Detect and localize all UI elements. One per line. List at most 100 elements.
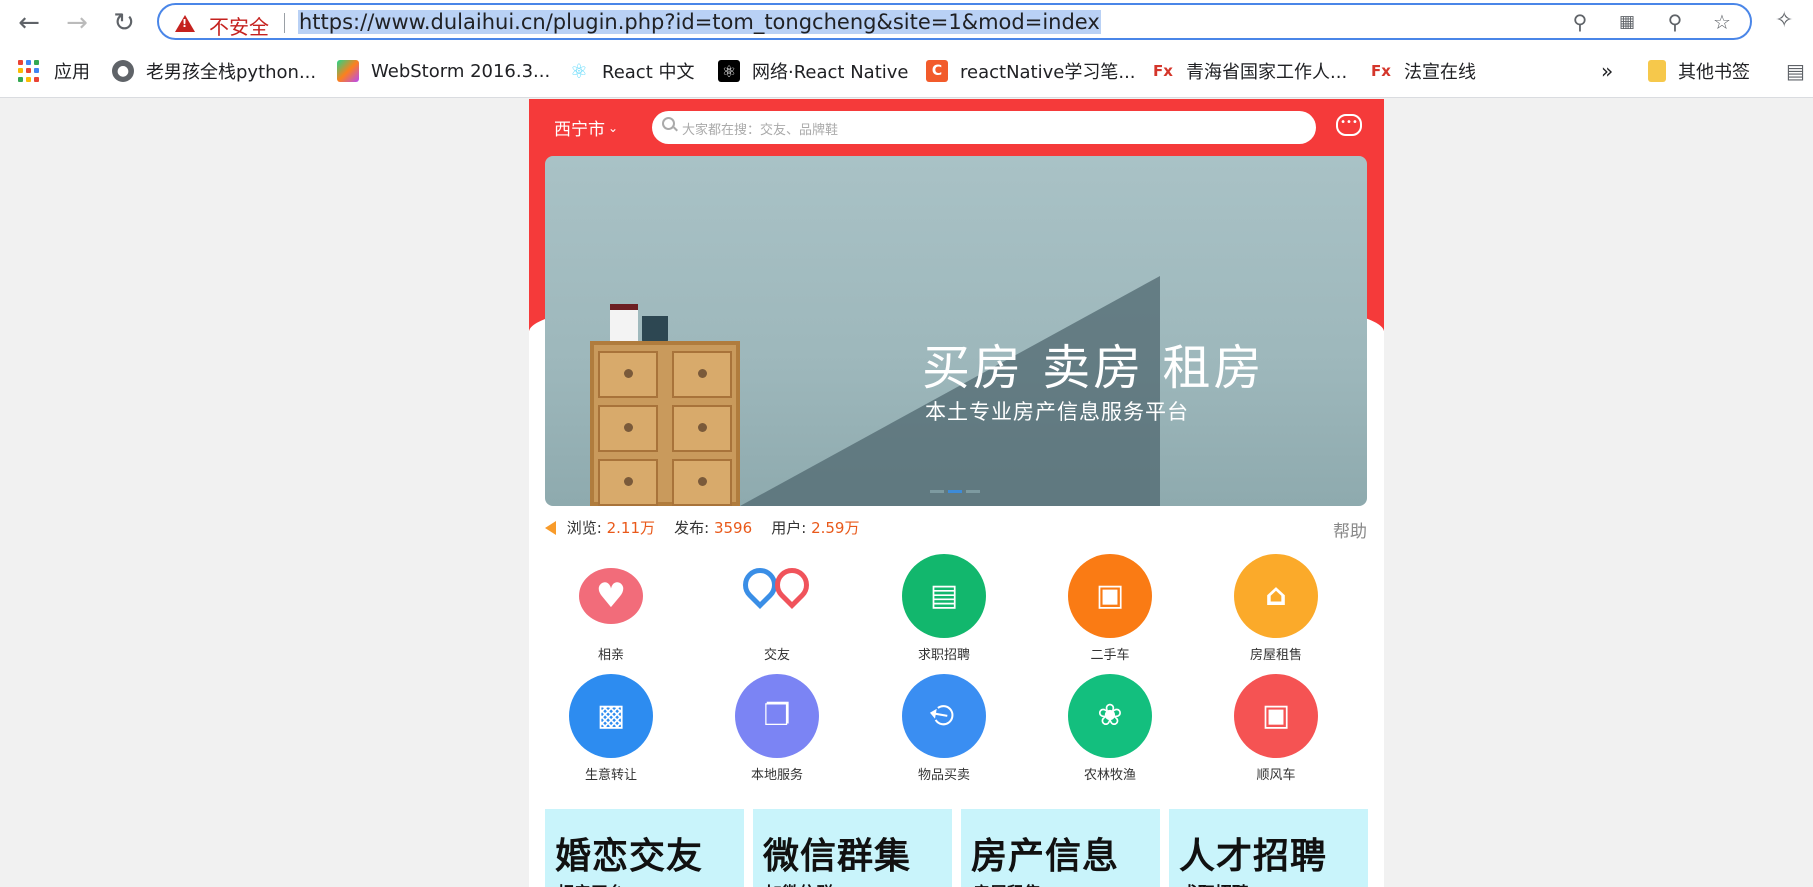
help-link[interactable]: 帮助: [1333, 517, 1367, 542]
bookmark-item[interactable]: ● 老男孩全栈python...: [112, 59, 316, 83]
category-ershouche[interactable]: ▣ 二手车: [1050, 554, 1170, 663]
bookmarks-bar: 应用 ● 老男孩全栈python... WebStorm 2016.3... ⚛…: [0, 45, 1813, 98]
carousel-indicators: [930, 490, 980, 493]
id-card-icon: ▤: [902, 554, 986, 638]
bookmark-label: 应用: [54, 62, 90, 83]
chevron-down-icon: ⌄: [608, 120, 619, 135]
react-native-icon: ⚛: [718, 60, 740, 82]
message-icon[interactable]: •••: [1336, 114, 1362, 136]
address-bar[interactable]: 不安全 https://www.dulaihui.cn/plugin.php?i…: [157, 3, 1752, 40]
banner-title: 买房 卖房 租房: [922, 340, 1265, 396]
speaker-icon: [545, 521, 556, 535]
back-icon[interactable]: ←: [12, 6, 46, 40]
category-label: 房屋租售: [1249, 648, 1302, 663]
bookmark-item[interactable]: Fx 法宣在线: [1370, 59, 1476, 83]
tag-icon: ⎋: [902, 674, 986, 758]
sprout-icon: ❀: [1068, 674, 1152, 758]
category-wupin[interactable]: ⎋ 物品买卖: [884, 674, 1004, 783]
fx-icon: Fx: [1371, 62, 1391, 80]
star-icon[interactable]: ☆: [1709, 9, 1735, 35]
mobile-page: 西宁市 ⌄ 大家都在搜：交友、品牌鞋 ••• 买房 卖房 租房 本土专业房产信息…: [529, 99, 1384, 887]
category-label: 本地服务: [750, 768, 803, 783]
qr-icon[interactable]: ▦: [1614, 9, 1640, 35]
extensions-icon[interactable]: ✧: [1775, 8, 1793, 33]
bookmark-label: React 中文: [602, 62, 695, 83]
posts-count: 3596: [713, 519, 753, 537]
category-bendi[interactable]: ❐ 本地服务: [717, 674, 837, 783]
search-icon: [662, 117, 675, 130]
promo-card-subtitle: 求职招聘: [1181, 879, 1249, 887]
folder-icon: [1648, 60, 1666, 82]
promo-card[interactable]: 房产信息 房屋租售: [961, 809, 1160, 887]
csdn-icon: C: [926, 60, 948, 82]
banner-carousel[interactable]: 买房 卖房 租房 本土专业房产信息服务平台: [545, 156, 1367, 506]
divider: [284, 13, 285, 33]
reload-icon[interactable]: ↻: [107, 6, 141, 40]
warning-icon: [175, 15, 195, 32]
bookmark-label: 网络·React Native: [752, 62, 909, 83]
zoom-icon[interactable]: ⚲: [1662, 9, 1688, 35]
bookmark-other-folder[interactable]: 其他书签: [1648, 59, 1750, 83]
fx-icon: Fx: [1153, 62, 1173, 80]
category-qiuzhi[interactable]: ▤ 求职招聘: [884, 554, 1004, 663]
category-fangwu[interactable]: ⌂ 房屋租售: [1216, 554, 1336, 663]
search-placeholder: 大家都在搜：交友、品牌鞋: [682, 123, 839, 138]
category-xiangqin[interactable]: ♥ 相亲: [551, 554, 671, 663]
promo-card[interactable]: 微信群集 加微信群: [753, 809, 952, 887]
bookmark-apps[interactable]: 应用: [18, 59, 90, 83]
bookmark-item[interactable]: C reactNative学习笔...: [926, 59, 1136, 83]
category-label: 物品买卖: [917, 768, 970, 783]
promo-card-subtitle: 房屋租售: [973, 879, 1041, 887]
promo-cards: 婚恋交友 相亲平台 微信群集 加微信群 房产信息 房屋租售 人才招聘 求职招聘: [545, 809, 1368, 887]
promo-card[interactable]: 婚恋交友 相亲平台: [545, 809, 744, 887]
category-shunfengche[interactable]: ▣ 顺风车: [1216, 674, 1336, 783]
bookmark-item[interactable]: ⚛ React 中文: [568, 59, 694, 83]
forward-icon[interactable]: →: [60, 6, 94, 40]
search-input[interactable]: 大家都在搜：交友、品牌鞋: [652, 111, 1316, 144]
category-label: 生意转让: [584, 768, 637, 783]
bookmark-label: reactNative学习笔...: [960, 62, 1136, 83]
views-label: 浏览:: [566, 519, 602, 537]
promo-card-subtitle: 加微信群: [765, 879, 833, 887]
cabinet-image: [590, 341, 740, 506]
stats-bar: 浏览: 2.11万 发布: 3596 用户: 2.59万 帮助: [545, 517, 1367, 542]
cup-image: [642, 316, 668, 344]
location-icon[interactable]: ⚲: [1567, 9, 1593, 35]
bookmark-label: WebStorm 2016.3...: [371, 60, 551, 82]
category-nonglin[interactable]: ❀ 农林牧渔: [1050, 674, 1170, 783]
car-icon: ▣: [1234, 674, 1318, 758]
views-count: 2.11万: [606, 519, 656, 537]
house-icon: ⌂: [1234, 554, 1318, 638]
category-shengyi[interactable]: ▩ 生意转让: [551, 674, 671, 783]
promo-card[interactable]: 人才招聘 求职招聘: [1169, 809, 1368, 887]
carousel-dot[interactable]: [930, 490, 944, 493]
bookmark-item[interactable]: ⚛ 网络·React Native: [718, 59, 908, 83]
docs-icon: ❐: [735, 674, 819, 758]
bookmark-label: 其他书签: [1678, 62, 1750, 83]
security-label[interactable]: 不安全: [209, 11, 269, 40]
webstorm-icon: [337, 60, 359, 82]
category-label: 求职招聘: [917, 648, 970, 663]
city-label: 西宁市: [554, 120, 605, 140]
bookmark-item[interactable]: WebStorm 2016.3...: [337, 59, 550, 83]
category-label: 交友: [763, 648, 790, 663]
bookmarks-overflow-button[interactable]: »: [1601, 59, 1613, 83]
carousel-dot[interactable]: [966, 490, 980, 493]
apps-icon: [18, 60, 40, 82]
category-label: 农林牧渔: [1083, 768, 1136, 783]
banner-subtitle: 本土专业房产信息服务平台: [925, 400, 1189, 424]
carousel-dot-active[interactable]: [948, 490, 962, 493]
promo-card-title: 房产信息: [971, 836, 1120, 877]
url-text[interactable]: https://www.dulaihui.cn/plugin.php?id=to…: [298, 10, 1101, 34]
shop-icon: ▩: [569, 674, 653, 758]
category-jiaoyou[interactable]: 交友: [717, 554, 837, 663]
promo-card-subtitle: 相亲平台: [557, 879, 625, 887]
reading-list-icon[interactable]: ▤: [1786, 59, 1805, 83]
posts-label: 发布:: [674, 519, 710, 537]
car-icon: ▣: [1068, 554, 1152, 638]
bookmark-label: 青海省国家工作人...: [1186, 62, 1348, 83]
react-icon: ⚛: [570, 59, 588, 83]
bookmark-item[interactable]: Fx 青海省国家工作人...: [1152, 59, 1347, 83]
city-selector[interactable]: 西宁市 ⌄: [554, 115, 618, 140]
category-label: 相亲: [597, 648, 624, 663]
